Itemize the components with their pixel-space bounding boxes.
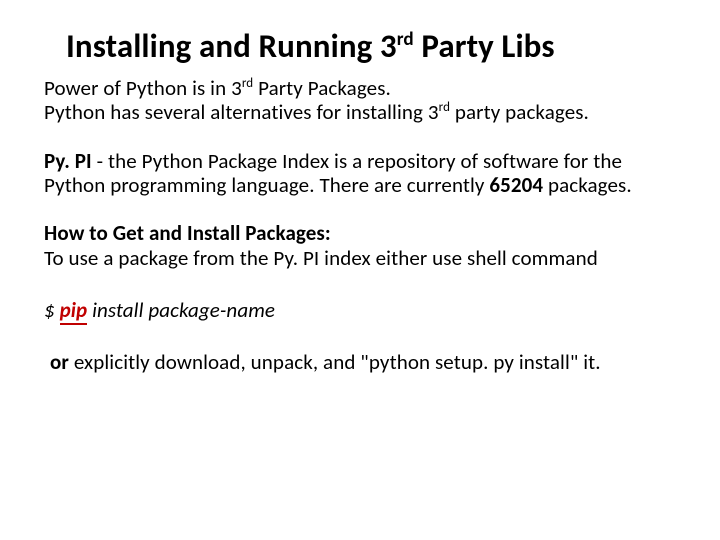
pypi-name: Py. PI bbox=[44, 148, 92, 174]
pypi-desc2: packages. bbox=[543, 172, 632, 198]
alt-rest: explicitly download, unpack, and "python… bbox=[69, 349, 601, 375]
intro2-post: party packages. bbox=[450, 99, 589, 125]
title-post: Party Libs bbox=[414, 26, 555, 66]
howto-block: How to Get and Install Packages: To use … bbox=[44, 221, 680, 270]
cmd-prefix: $ bbox=[44, 297, 60, 323]
intro-line-2: Python has several alternatives for inst… bbox=[44, 100, 680, 124]
cmd-pip: pip bbox=[60, 297, 88, 325]
shell-command: $ pip install package-name bbox=[44, 298, 680, 322]
alternative-line: or explicitly download, unpack, and "pyt… bbox=[50, 350, 680, 374]
howto-heading: How to Get and Install Packages: bbox=[44, 221, 680, 245]
intro2-sup: rd bbox=[439, 100, 450, 115]
title-pre: Installing and Running 3 bbox=[66, 26, 397, 66]
alt-or: or bbox=[50, 349, 69, 375]
intro-block: Power of Python is in 3rd Party Packages… bbox=[44, 76, 680, 125]
intro2-pre: Python has several alternatives for inst… bbox=[44, 99, 439, 125]
page-title: Installing and Running 3rd Party Libs bbox=[66, 28, 680, 66]
howto-line: To use a package from the Py. PI index e… bbox=[44, 246, 680, 270]
intro1-pre: Power of Python is in 3 bbox=[44, 75, 242, 101]
intro1-post: Party Packages. bbox=[253, 75, 391, 101]
pypi-count: 65204 bbox=[489, 172, 543, 198]
cmd-rest: install package-name bbox=[87, 297, 275, 323]
pypi-paragraph: Py. PI - the Python Package Index is a r… bbox=[44, 149, 680, 198]
title-sup: rd bbox=[397, 28, 414, 51]
intro1-sup: rd bbox=[242, 76, 253, 91]
intro-line-1: Power of Python is in 3rd Party Packages… bbox=[44, 76, 680, 100]
